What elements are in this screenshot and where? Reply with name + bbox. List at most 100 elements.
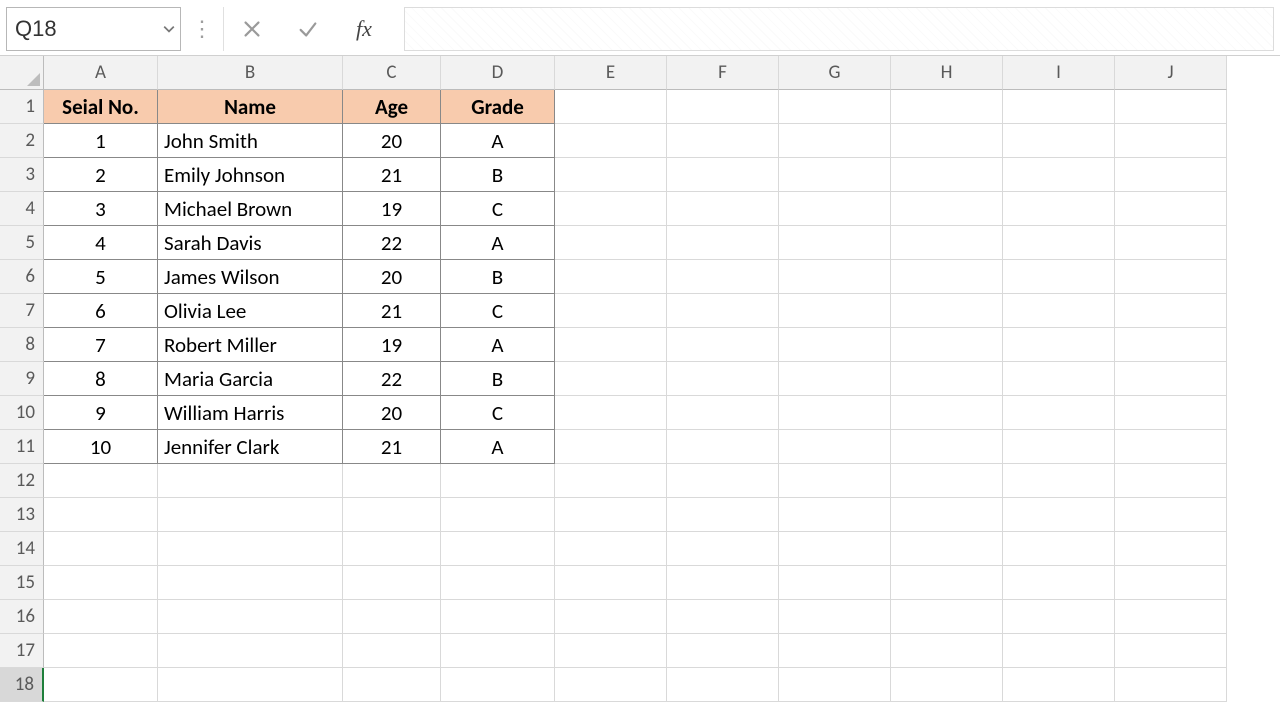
cell-C12[interactable] [343, 464, 441, 498]
cell-grade[interactable]: B [441, 158, 555, 192]
cell-J15[interactable] [1115, 566, 1227, 600]
row-header-3[interactable]: 3 [0, 158, 44, 192]
cell-serial[interactable]: 5 [44, 260, 158, 294]
cell-J16[interactable] [1115, 600, 1227, 634]
cell-name[interactable]: James Wilson [158, 260, 343, 294]
cell-H13[interactable] [891, 498, 1003, 532]
row-header-8[interactable]: 8 [0, 328, 44, 362]
row-header-15[interactable]: 15 [0, 566, 44, 600]
cell-A16[interactable] [44, 600, 158, 634]
cell-D12[interactable] [441, 464, 555, 498]
cell-G4[interactable] [779, 192, 891, 226]
row-header-18[interactable]: 18 [0, 668, 44, 702]
cell-A17[interactable] [44, 634, 158, 668]
cell-grade[interactable]: C [441, 396, 555, 430]
cell-I2[interactable] [1003, 124, 1115, 158]
cell-name[interactable]: Michael Brown [158, 192, 343, 226]
cell-H1[interactable] [891, 90, 1003, 124]
column-header-G[interactable]: G [779, 56, 891, 90]
row-header-17[interactable]: 17 [0, 634, 44, 668]
cell-serial[interactable]: 4 [44, 226, 158, 260]
cell-name[interactable]: John Smith [158, 124, 343, 158]
column-header-J[interactable]: J [1115, 56, 1227, 90]
cell-J18[interactable] [1115, 668, 1227, 702]
row-header-16[interactable]: 16 [0, 600, 44, 634]
cell-age[interactable]: 21 [343, 294, 441, 328]
cell-I4[interactable] [1003, 192, 1115, 226]
row-header-11[interactable]: 11 [0, 430, 44, 464]
cell-age[interactable]: 19 [343, 192, 441, 226]
cell-H17[interactable] [891, 634, 1003, 668]
cell-B13[interactable] [158, 498, 343, 532]
cell-F3[interactable] [667, 158, 779, 192]
cell-I5[interactable] [1003, 226, 1115, 260]
cell-I12[interactable] [1003, 464, 1115, 498]
header-grade[interactable]: Grade [441, 90, 555, 124]
cell-serial[interactable]: 3 [44, 192, 158, 226]
cell-H5[interactable] [891, 226, 1003, 260]
cell-F1[interactable] [667, 90, 779, 124]
cell-B18[interactable] [158, 668, 343, 702]
cell-E6[interactable] [555, 260, 667, 294]
cell-G8[interactable] [779, 328, 891, 362]
cell-G13[interactable] [779, 498, 891, 532]
column-header-H[interactable]: H [891, 56, 1003, 90]
cell-E11[interactable] [555, 430, 667, 464]
cell-D16[interactable] [441, 600, 555, 634]
cell-E3[interactable] [555, 158, 667, 192]
cell-J3[interactable] [1115, 158, 1227, 192]
cell-J17[interactable] [1115, 634, 1227, 668]
cell-age[interactable]: 20 [343, 396, 441, 430]
cell-C14[interactable] [343, 532, 441, 566]
cell-E16[interactable] [555, 600, 667, 634]
cell-J9[interactable] [1115, 362, 1227, 396]
cell-B12[interactable] [158, 464, 343, 498]
cell-E14[interactable] [555, 532, 667, 566]
cell-F7[interactable] [667, 294, 779, 328]
cell-G6[interactable] [779, 260, 891, 294]
cell-F13[interactable] [667, 498, 779, 532]
cell-I18[interactable] [1003, 668, 1115, 702]
row-header-10[interactable]: 10 [0, 396, 44, 430]
cell-J2[interactable] [1115, 124, 1227, 158]
column-header-F[interactable]: F [667, 56, 779, 90]
cell-name[interactable]: Emily Johnson [158, 158, 343, 192]
row-header-2[interactable]: 2 [0, 124, 44, 158]
cell-G17[interactable] [779, 634, 891, 668]
cell-F15[interactable] [667, 566, 779, 600]
cell-F10[interactable] [667, 396, 779, 430]
cell-H12[interactable] [891, 464, 1003, 498]
cell-E9[interactable] [555, 362, 667, 396]
cell-E5[interactable] [555, 226, 667, 260]
cell-name[interactable]: Jennifer Clark [158, 430, 343, 464]
cell-H11[interactable] [891, 430, 1003, 464]
select-all-corner[interactable] [0, 56, 44, 90]
cell-A13[interactable] [44, 498, 158, 532]
cell-H3[interactable] [891, 158, 1003, 192]
cell-G14[interactable] [779, 532, 891, 566]
cell-F2[interactable] [667, 124, 779, 158]
cell-serial[interactable]: 6 [44, 294, 158, 328]
column-header-C[interactable]: C [343, 56, 441, 90]
insert-function-button[interactable]: fx [336, 7, 392, 51]
column-header-B[interactable]: B [158, 56, 343, 90]
row-header-4[interactable]: 4 [0, 192, 44, 226]
row-header-6[interactable]: 6 [0, 260, 44, 294]
cell-G5[interactable] [779, 226, 891, 260]
cell-G10[interactable] [779, 396, 891, 430]
cell-E17[interactable] [555, 634, 667, 668]
row-header-7[interactable]: 7 [0, 294, 44, 328]
cell-J11[interactable] [1115, 430, 1227, 464]
row-header-12[interactable]: 12 [0, 464, 44, 498]
cell-name[interactable]: Sarah Davis [158, 226, 343, 260]
cell-I9[interactable] [1003, 362, 1115, 396]
cell-E2[interactable] [555, 124, 667, 158]
cell-E1[interactable] [555, 90, 667, 124]
cell-G3[interactable] [779, 158, 891, 192]
cell-E7[interactable] [555, 294, 667, 328]
column-header-D[interactable]: D [441, 56, 555, 90]
cell-H9[interactable] [891, 362, 1003, 396]
cell-D14[interactable] [441, 532, 555, 566]
row-header-1[interactable]: 1 [0, 90, 44, 124]
cell-G16[interactable] [779, 600, 891, 634]
